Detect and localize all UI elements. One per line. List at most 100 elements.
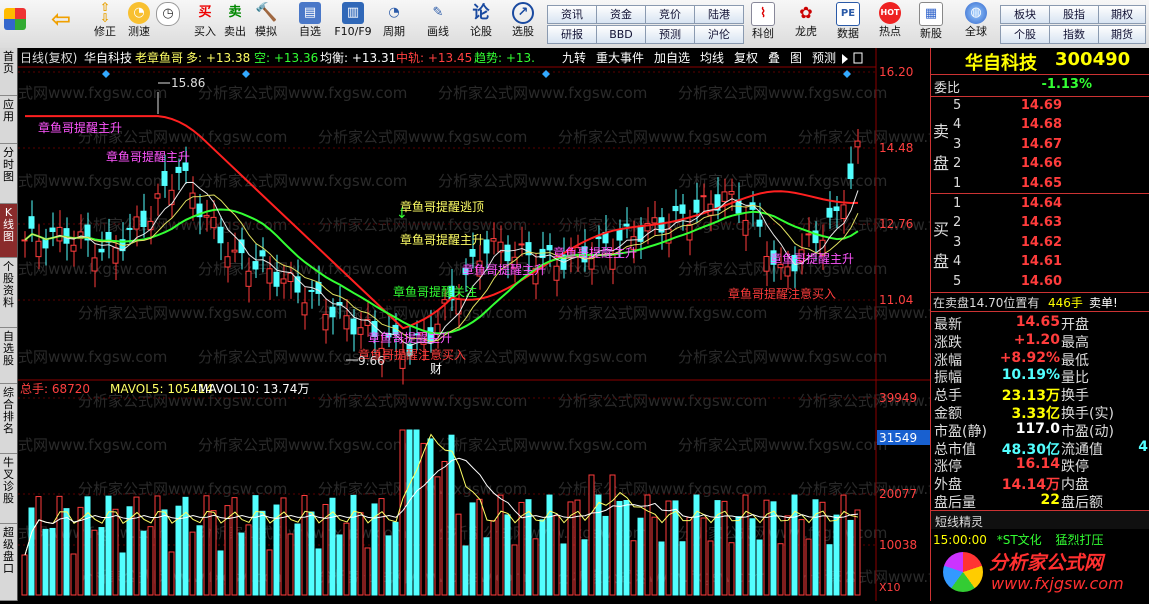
ask-row-5[interactable]: 5 14.69 <box>931 98 1149 117</box>
stat-label-2: 盘后额 <box>1061 495 1103 511</box>
candle <box>308 289 315 292</box>
chart-header-button[interactable]: 九转 <box>562 50 586 65</box>
bid-row-3[interactable]: 3 14.62 <box>931 235 1149 254</box>
draw-line-button[interactable]: ✎ 画线 <box>420 2 456 38</box>
shanghai-london-button[interactable]: 沪伦 <box>694 25 744 44</box>
grid-icon[interactable] <box>4 2 26 32</box>
news-button[interactable]: 资讯 <box>547 5 597 24</box>
capital-button[interactable]: 资金 <box>596 5 646 24</box>
nav-stock-profile[interactable]: 个股资料 <box>0 258 17 328</box>
speed-test-button[interactable]: ◔ 修正测速 <box>124 2 154 38</box>
period-label: 周期 <box>383 25 405 38</box>
volume-bar <box>49 527 56 596</box>
nav-home[interactable]: 首页 <box>0 48 17 96</box>
bid-row-2[interactable]: 2 14.63 <box>931 215 1149 234</box>
stock-button[interactable]: 个股 <box>1000 25 1050 44</box>
back-button[interactable]: ⇦ <box>50 2 72 32</box>
stock-select-label: 选股 <box>512 25 534 38</box>
volume-bar <box>504 514 511 596</box>
sector-button[interactable]: 板块 <box>1000 5 1050 24</box>
bid-row-4[interactable]: 4 14.61 <box>931 254 1149 273</box>
chart-header-button[interactable]: 预测 <box>812 51 836 65</box>
ask-row-1[interactable]: 1 14.65 <box>931 176 1149 195</box>
chart-header-button[interactable]: 叠 <box>768 51 780 65</box>
alert-note: 章鱼哥提醒主升 <box>770 251 854 266</box>
stat-label: 盘后量 <box>934 495 976 511</box>
auction-button[interactable]: 竞价 <box>645 5 695 24</box>
star-market-button[interactable]: ⌇ 科创 <box>745 2 781 40</box>
candle <box>301 302 308 316</box>
stat-row: 涨幅 +8.92% 最低 <box>931 350 1149 369</box>
kline-chart-pane[interactable]: 分析家公式网www.fxgsw.com 分析家公式网www.fxgsw.com 分析… <box>0 48 1007 601</box>
data-label: 数据 <box>837 27 859 40</box>
volume-bar <box>252 495 259 596</box>
nav-watchlist[interactable]: 自选股 <box>0 328 17 384</box>
ipo-icon: ▦ <box>919 2 943 26</box>
f10-button[interactable]: ▥ F10/F9 <box>333 2 373 38</box>
candle <box>98 248 105 253</box>
bid-price: 14.62 <box>1020 234 1062 250</box>
volume-bar <box>602 515 609 596</box>
chart-header-button[interactable]: 图 <box>790 51 802 65</box>
nav-timeshare[interactable]: 分时图 <box>0 144 17 204</box>
candle <box>595 236 602 240</box>
fix-button[interactable]: ⇧ ⇩ 修正 <box>90 1 120 38</box>
volume-bar <box>350 494 357 596</box>
ask-row-4[interactable]: 4 14.68 <box>931 117 1149 136</box>
candle <box>280 278 287 284</box>
simulate-button[interactable]: 🔨 模拟 <box>251 2 281 38</box>
volume-bar <box>35 496 42 596</box>
bid-level: 4 <box>953 254 962 270</box>
chart-icon: ⌇ <box>751 2 775 26</box>
index-futures-button[interactable]: 股指 <box>1049 5 1099 24</box>
ask-row-2[interactable]: 2 14.66 <box>931 156 1149 175</box>
nav-level2[interactable]: 超级盘口 <box>0 524 17 601</box>
candle <box>28 216 35 229</box>
bid-row-5[interactable]: 5 14.60 <box>931 274 1149 293</box>
short-line-stock: *ST文化 <box>996 533 1042 547</box>
chart-header-button[interactable]: 重大事件 <box>596 51 644 65</box>
index-button[interactable]: 指数 <box>1049 25 1099 44</box>
futures-button[interactable]: 期货 <box>1098 25 1146 44</box>
dragon-tiger-label: 龙虎 <box>795 25 817 38</box>
buy-button[interactable]: 买 买入 <box>190 2 220 38</box>
global-button[interactable]: ◍ 全球 <box>956 2 996 38</box>
ask-row-3[interactable]: 3 14.67 <box>931 137 1149 156</box>
nav-apps[interactable]: 应用 <box>0 96 17 144</box>
candle <box>721 191 728 202</box>
research-button[interactable]: 研报 <box>547 25 597 44</box>
volume-bar <box>56 495 63 596</box>
discuss-label: 论股 <box>470 25 492 38</box>
data-button[interactable]: PE 数据 <box>830 2 866 40</box>
stat-row: 涨跌 +1.20 最高 <box>931 332 1149 351</box>
clock-button[interactable]: ◷ <box>153 2 183 28</box>
nav-ranking[interactable]: 综合排名 <box>0 384 17 454</box>
forecast-button[interactable]: 预测 <box>645 25 695 44</box>
bbd-button[interactable]: BBD <box>596 25 646 44</box>
nav-diagnosis[interactable]: 牛叉诊股 <box>0 454 17 524</box>
hotspot-button[interactable]: HOT 热点 <box>872 2 908 38</box>
chart-header-button[interactable]: 加自选 <box>654 51 690 65</box>
nav-kline[interactable]: K线图 <box>0 204 17 258</box>
options-button[interactable]: 期权 <box>1098 5 1146 24</box>
sell-button[interactable]: 卖 卖出 <box>220 2 250 38</box>
candle <box>553 265 560 281</box>
kline-chart[interactable]: 分析家公式网www.fxgsw.com 分析家公式网www.fxgsw.com 分析… <box>0 48 1007 601</box>
bid-row-1[interactable]: 1 14.64 <box>931 196 1149 215</box>
bid-price: 14.60 <box>1020 273 1062 289</box>
candle <box>651 217 658 224</box>
stock-select-button[interactable]: ↗ 选股 <box>505 2 541 38</box>
alert-note: 章鱼哥提醒主升 <box>462 262 546 277</box>
chart-header-button[interactable]: 复权 <box>734 51 758 65</box>
watchlist-button[interactable]: ▤ 自选 <box>290 2 330 38</box>
select-icon: ↗ <box>512 2 534 24</box>
dragon-tiger-button[interactable]: ✿ 龙虎 <box>788 2 824 38</box>
logo-url: www.fxjgsw.com <box>991 574 1124 593</box>
watermark-text: 分析家公式网www.fxgsw.com <box>558 304 767 322</box>
chart-header-button[interactable]: 均线 <box>700 51 724 65</box>
discuss-button[interactable]: 论 论股 <box>464 2 498 38</box>
new-stock-button[interactable]: ▦ 新股 <box>913 2 949 40</box>
period-button[interactable]: ◔ 周期 <box>376 2 412 38</box>
hk-connect-button[interactable]: 陆港 <box>694 5 744 24</box>
candle <box>742 219 749 236</box>
